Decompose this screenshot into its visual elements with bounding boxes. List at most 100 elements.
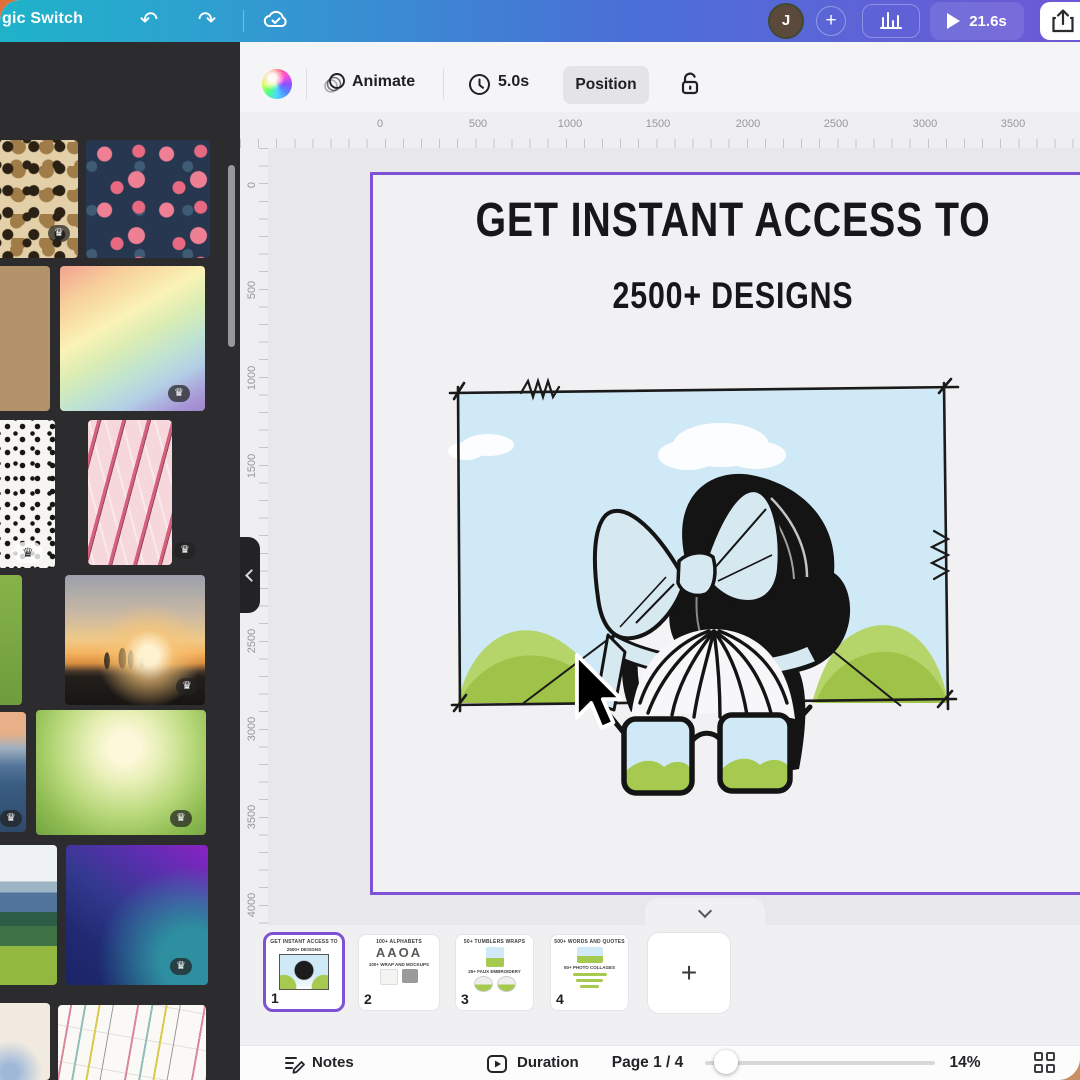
- ruler-label: 3000: [246, 717, 258, 741]
- thumbnail-tan-solid[interactable]: [0, 266, 50, 411]
- insights-button[interactable]: [862, 4, 920, 38]
- page-thumb-3[interactable]: 50+ TUMBLERS WRAPS 25+ FAUX EMBROIDERY 3: [455, 934, 534, 1011]
- elements-panel: ♛ ♛ ♛ ♛ ♛ ♛ ♛ ♛: [0, 42, 240, 1080]
- page-thumb-2[interactable]: 100+ ALPHABETS AAOA 100+ WRAP AND MOCKUP…: [358, 934, 440, 1011]
- ruler-label: 2000: [736, 118, 760, 130]
- unlock-icon[interactable]: [678, 70, 702, 97]
- duration-icon: [486, 1053, 508, 1075]
- duration-button[interactable]: Duration: [517, 1054, 579, 1071]
- ruler-label: 3500: [246, 805, 258, 829]
- add-member-button[interactable]: +: [816, 6, 846, 36]
- duration-clock-icon[interactable]: [468, 73, 491, 96]
- thumbnail-pink-lightning-pattern[interactable]: [88, 420, 172, 565]
- zoom-slider-track[interactable]: [705, 1061, 935, 1065]
- thumb-art: [456, 976, 533, 992]
- ruler-label: 3500: [1001, 118, 1025, 130]
- bar-chart-icon: [879, 10, 903, 32]
- pro-crown-icon: ♛: [48, 225, 70, 242]
- page-indicator[interactable]: Page 1 / 4: [590, 1054, 705, 1072]
- ruler-label: 500: [469, 118, 487, 130]
- thumb-caption: 2500+ DESIGNS: [266, 947, 342, 952]
- glasses: [606, 707, 810, 793]
- thumb-art: [279, 954, 329, 990]
- share-button[interactable]: [1040, 2, 1080, 40]
- thumbnail-mountain-landscape-photo[interactable]: [0, 845, 57, 985]
- cloud-sync-icon: [262, 7, 290, 35]
- object-toolbar: Animate 5.0s Position: [240, 42, 1080, 112]
- thumbnail-color-lightning-pattern[interactable]: [58, 1005, 206, 1080]
- thumb-art: [456, 947, 533, 967]
- thumb-caption: GET INSTANT ACCESS TO: [266, 939, 342, 945]
- toolbar-divider: [306, 69, 307, 99]
- canva-editor-window: gic Switch ↶ ↷ J + 21.6s: [0, 0, 1080, 1080]
- pro-crown-icon: ♛: [0, 810, 22, 827]
- zoom-level[interactable]: 14%: [940, 1054, 990, 1072]
- page-thumb-1[interactable]: GET INSTANT ACCESS TO 2500+ DESIGNS 1: [263, 932, 345, 1012]
- ruler-label: 2500: [246, 629, 258, 653]
- position-button[interactable]: Position: [563, 66, 649, 104]
- pro-crown-icon: ♛: [174, 542, 196, 559]
- panel-collapse-handle[interactable]: [240, 537, 260, 613]
- pro-crown-icon: ♛: [13, 542, 43, 563]
- ruler-label: 0: [246, 182, 258, 188]
- thumbnail-floral-pattern[interactable]: [86, 140, 210, 258]
- ruler-label: 1000: [558, 118, 582, 130]
- ruler-ticks: [259, 148, 268, 925]
- strip-collapse-tab[interactable]: [645, 898, 765, 926]
- animate-icon[interactable]: [322, 72, 346, 96]
- pro-crown-icon: ♛: [170, 958, 192, 975]
- undo-icon[interactable]: ↶: [132, 6, 166, 34]
- page-heading[interactable]: GET INSTANT ACCESS TO: [438, 193, 1028, 248]
- messy-bun-illustration[interactable]: [436, 373, 968, 805]
- thumbnail-green-field[interactable]: [0, 575, 22, 705]
- duration-value[interactable]: 5.0s: [498, 73, 529, 91]
- horizontal-ruler: 0 500 1000 1500 2000 2500 3000 3500: [240, 112, 1080, 148]
- thumb-art: [359, 969, 439, 985]
- chevron-left-icon: [245, 569, 258, 582]
- thumb-caption: 500+ WORDS AND QUOTES: [551, 939, 628, 945]
- messy-bun-woman: [595, 474, 850, 793]
- page-thumb-4[interactable]: 500+ WORDS AND QUOTES 50+ PHOTO COLLAGES…: [550, 934, 629, 1011]
- ruler-label: 500: [246, 281, 258, 299]
- thumb-letters-art: AAOA: [359, 945, 439, 960]
- ruler-label: 3000: [913, 118, 937, 130]
- top-bar: gic Switch ↶ ↷ J + 21.6s: [0, 0, 1080, 42]
- play-icon: [947, 13, 960, 29]
- page-number: 4: [556, 991, 564, 1007]
- notes-icon: [283, 1053, 305, 1075]
- animate-button[interactable]: Animate: [352, 73, 415, 91]
- notes-button[interactable]: Notes: [312, 1054, 354, 1071]
- bottom-bar: Notes Duration Page 1 / 4 14%: [240, 1045, 1080, 1080]
- page-subheading[interactable]: 2500+ DESIGNS: [438, 275, 1028, 317]
- thumb-caption: 100+ WRAP AND MOCKUPS: [359, 962, 439, 967]
- ruler-label: 4000: [246, 893, 258, 917]
- present-button[interactable]: 21.6s: [930, 2, 1024, 40]
- redo-icon[interactable]: ↷: [190, 6, 224, 34]
- zoom-slider-knob[interactable]: [714, 1050, 738, 1074]
- ruler-label: 1000: [246, 366, 258, 390]
- color-wheel-icon[interactable]: [262, 69, 292, 99]
- add-page-button[interactable]: +: [647, 932, 731, 1014]
- sidebar-scrollbar[interactable]: [228, 165, 235, 347]
- share-upload-icon: [1050, 7, 1076, 35]
- ruler-label: 0: [377, 118, 383, 130]
- thumbnail-cream-texture[interactable]: [0, 1003, 50, 1080]
- design-page[interactable]: GET INSTANT ACCESS TO 2500+ DESIGNS: [370, 172, 1080, 895]
- avatar[interactable]: J: [768, 3, 804, 39]
- page-number: 1: [271, 990, 279, 1006]
- thumb-art: [551, 947, 628, 963]
- thumb-caption: 50+ TUMBLERS WRAPS: [456, 939, 533, 945]
- topbar-divider: [243, 10, 244, 32]
- grid-view-icon[interactable]: [1034, 1052, 1058, 1076]
- menu-magic-switch[interactable]: gic Switch: [2, 10, 83, 28]
- pro-crown-icon: ♛: [176, 678, 198, 695]
- ruler-label: 1500: [246, 454, 258, 478]
- page-number: 2: [364, 991, 372, 1007]
- presentation-timer: 21.6s: [969, 13, 1007, 30]
- page-thumbnail-strip: GET INSTANT ACCESS TO 2500+ DESIGNS 1 10…: [240, 925, 1080, 1045]
- pro-crown-icon: ♛: [170, 810, 192, 827]
- ruler-label: 2500: [824, 118, 848, 130]
- chevron-down-icon: [698, 903, 712, 917]
- pro-crown-icon: ♛: [168, 385, 190, 402]
- thumb-caption: 50+ PHOTO COLLAGES: [551, 965, 628, 970]
